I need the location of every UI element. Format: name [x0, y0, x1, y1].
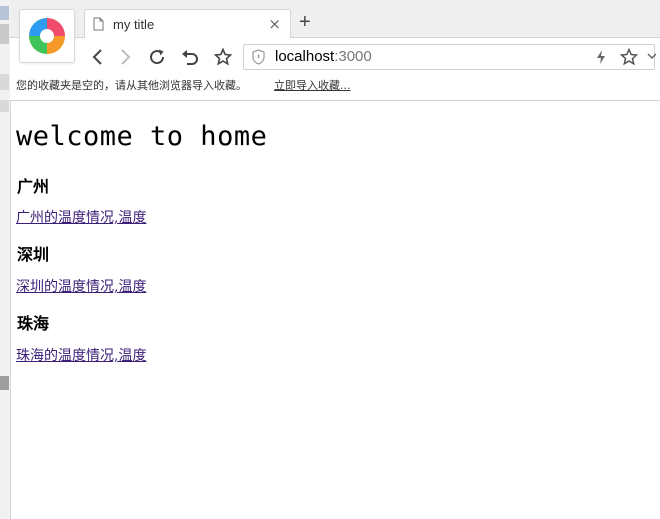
tab-title: my title	[113, 16, 155, 32]
city-temperature-link[interactable]: 深圳的温度情况,温度	[16, 276, 146, 296]
city-heading: 珠海	[17, 314, 50, 333]
chevron-down-icon[interactable]	[647, 48, 657, 70]
forward-arrow-icon[interactable]	[116, 47, 136, 67]
page-title: welcome to home	[16, 121, 268, 152]
browser-toolbar: localhost:3000	[10, 37, 660, 76]
reload-icon[interactable]	[147, 47, 167, 67]
star-icon[interactable]	[213, 47, 233, 67]
back-arrow-icon[interactable]	[87, 47, 107, 67]
page-icon	[93, 17, 105, 31]
import-bookmarks-link[interactable]: 立即导入收藏...	[274, 75, 351, 97]
star-icon[interactable]	[619, 47, 639, 70]
address-bar[interactable]: localhost:3000	[243, 44, 657, 70]
city-temperature-link[interactable]: 珠海的温度情况,温度	[16, 345, 146, 365]
tab-my-title[interactable]: my title ×	[84, 9, 291, 38]
city-heading: 广州	[17, 177, 50, 196]
city-heading: 深圳	[17, 245, 50, 264]
url-text: localhost:3000	[275, 48, 372, 65]
lightning-icon[interactable]	[596, 49, 606, 69]
url-port: :3000	[334, 48, 372, 65]
desktop-item	[0, 100, 9, 112]
shield-icon	[252, 49, 265, 69]
desktop-item	[0, 376, 9, 390]
new-tab-button[interactable]: +	[299, 12, 311, 32]
city-temperature-link[interactable]: 广州的温度情况,温度	[16, 207, 146, 227]
desktop-item	[0, 6, 9, 20]
bookmarks-empty-message: 您的收藏夹是空的，请从其他浏览器导入收藏。	[16, 79, 247, 92]
bookmarks-bar: 您的收藏夹是空的，请从其他浏览器导入收藏。 立即导入收藏...	[10, 75, 660, 101]
undo-icon[interactable]	[180, 47, 200, 67]
browser-logo-icon[interactable]	[19, 9, 75, 63]
url-host: localhost	[275, 48, 335, 65]
close-icon[interactable]: ×	[268, 15, 281, 33]
desktop-item	[0, 24, 9, 44]
desktop-item	[0, 74, 9, 90]
